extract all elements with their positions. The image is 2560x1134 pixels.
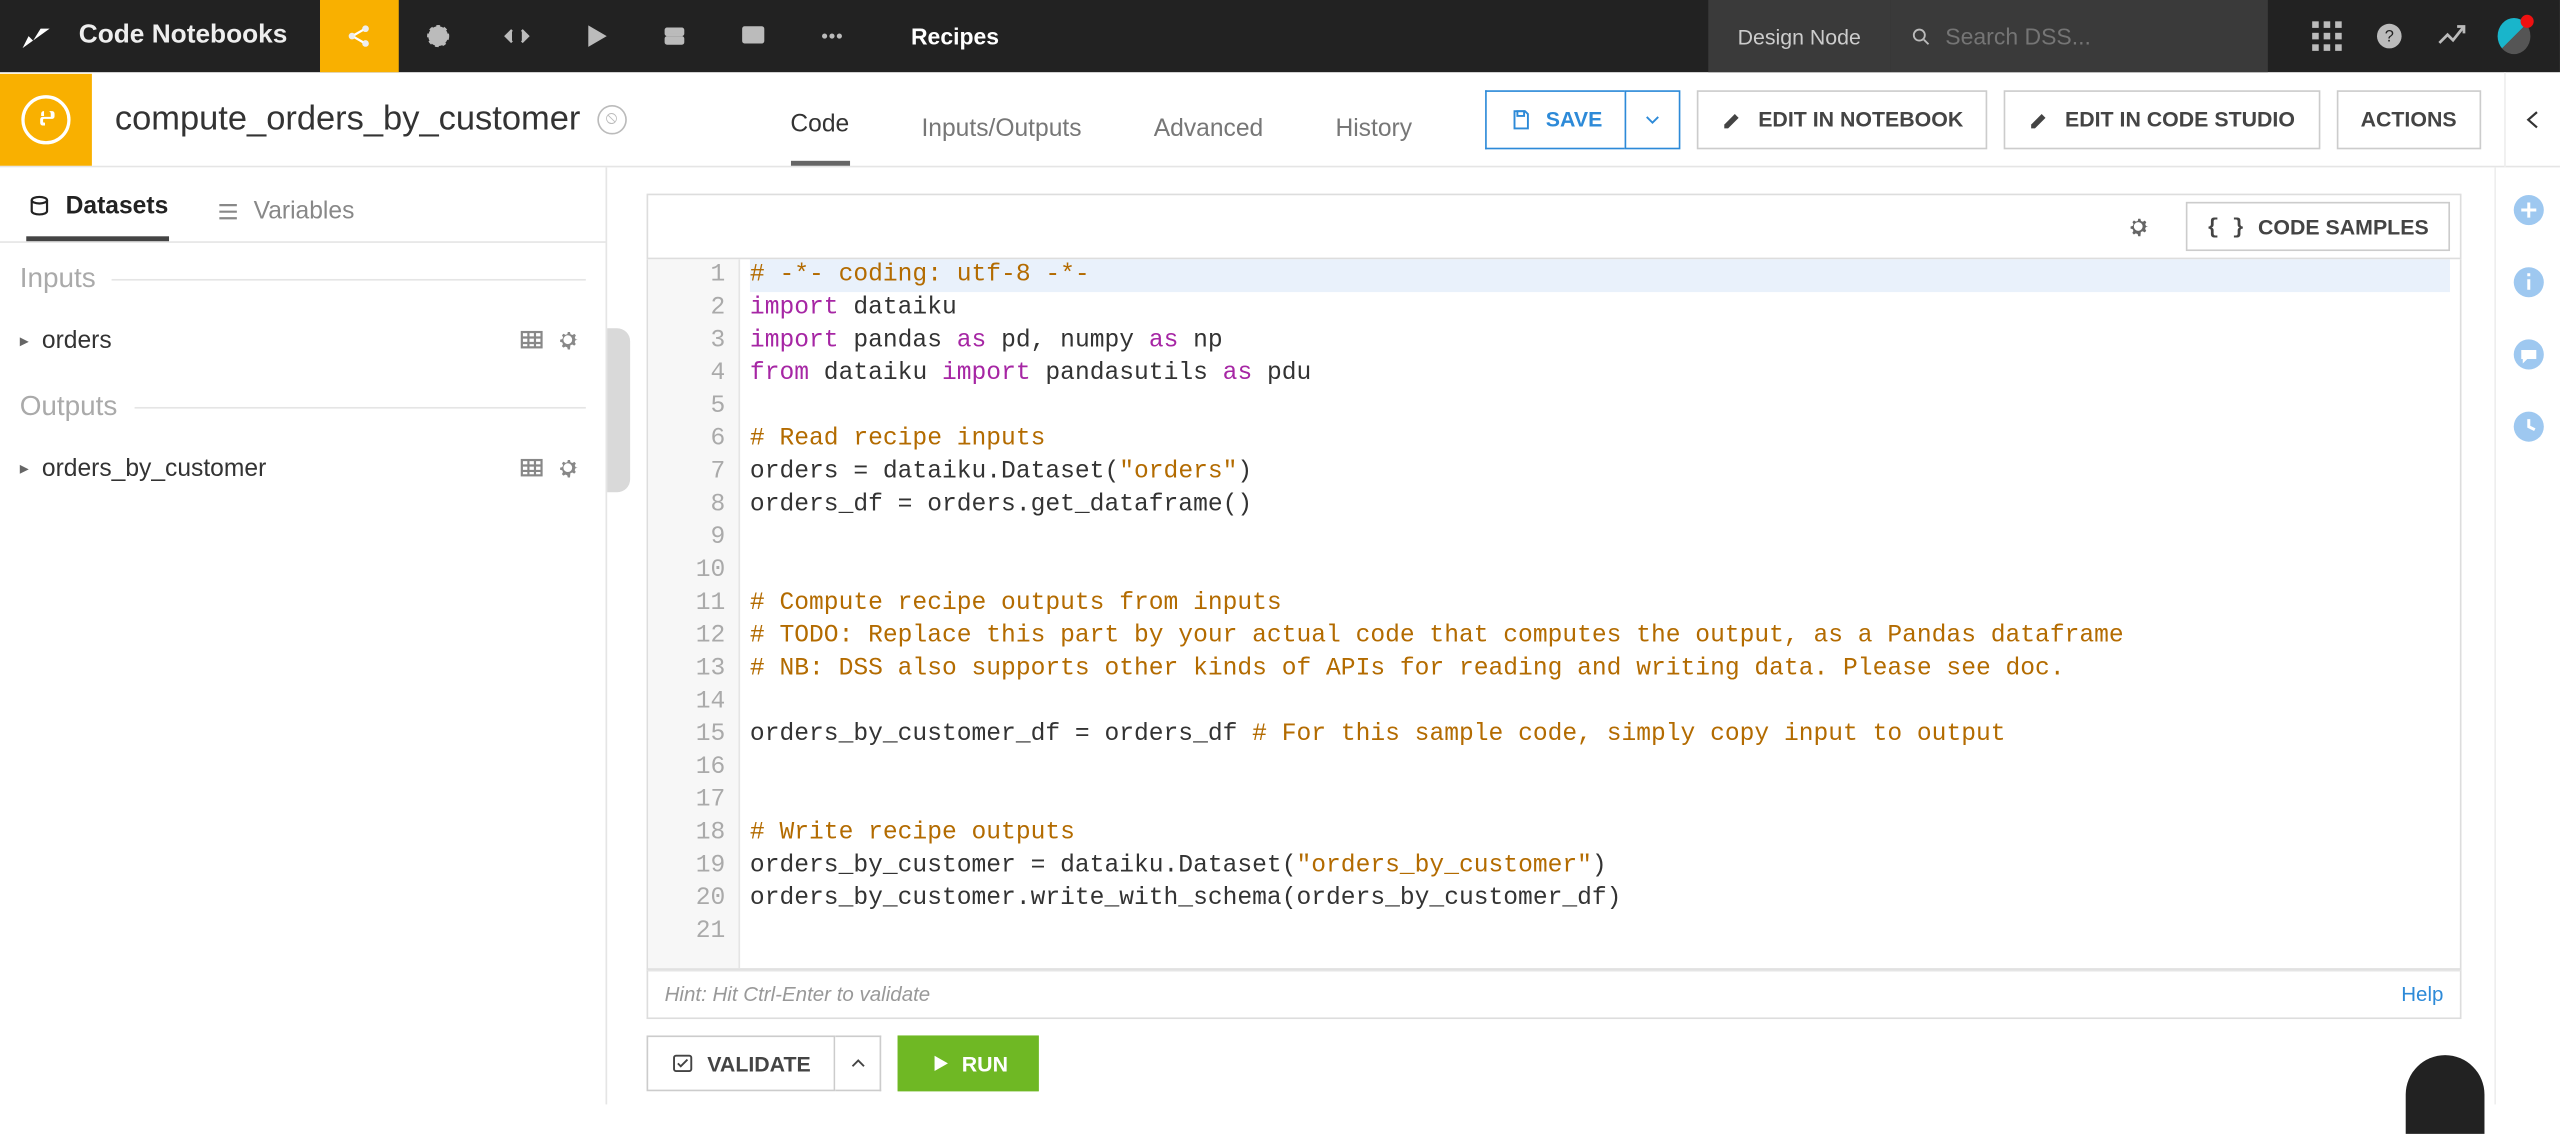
design-node-button[interactable]: Design Node (1708, 0, 1890, 72)
save-button[interactable]: SAVE (1485, 89, 1625, 148)
edit-codestudio-label: EDIT IN CODE STUDIO (2065, 107, 2295, 132)
chevron-up-icon (846, 1052, 869, 1075)
help-link[interactable]: Help (2401, 983, 2443, 1006)
leftpanel-tab-variables[interactable]: Variables (214, 197, 354, 241)
apps-icon[interactable] (2311, 20, 2344, 53)
recipe-type-icon (0, 73, 92, 165)
editor-hint: Hint: Hit Ctrl-Enter to validate (665, 983, 931, 1006)
pencil-icon (1722, 107, 1745, 130)
leftpanel-datasets-label: Datasets (66, 192, 169, 220)
code-editor[interactable]: 123456789101112131415161718192021 # -*- … (647, 259, 2462, 970)
editor-footer: Hint: Hit Ctrl-Enter to validate Help (647, 970, 2462, 1019)
add-icon[interactable] (2508, 190, 2547, 229)
code-samples-button[interactable]: { } CODE SAMPLES (2185, 202, 2450, 251)
tab-inputs-outputs[interactable]: Inputs/Outputs (921, 115, 1081, 166)
right-rail (2494, 167, 2560, 1104)
play-icon[interactable] (557, 0, 636, 72)
back-arrow[interactable] (2504, 71, 2560, 166)
discuss-icon[interactable] (2508, 335, 2547, 374)
user-avatar[interactable] (2498, 20, 2531, 53)
tab-advanced[interactable]: Advanced (1154, 115, 1263, 166)
code-icon[interactable] (478, 0, 557, 72)
edit-notebook-label: EDIT IN NOTEBOOK (1758, 107, 1963, 132)
variables-icon (214, 198, 240, 224)
topbar: Code Notebooks Recipes Design Node ? (0, 0, 2560, 72)
recipe-name[interactable]: compute_orders_by_customer (115, 99, 580, 138)
validate-label: VALIDATE (707, 1051, 811, 1076)
caret-icon: ▸ (20, 457, 29, 478)
pencil-icon (2029, 107, 2052, 130)
help-icon[interactable]: ? (2373, 20, 2406, 53)
check-icon (671, 1052, 694, 1075)
dashboard-icon[interactable] (714, 0, 793, 72)
activity-icon[interactable] (2435, 20, 2468, 53)
gear-icon[interactable] (550, 450, 586, 486)
topbar-tab-recipes[interactable]: Recipes (872, 0, 1039, 72)
gear-icon[interactable] (550, 322, 586, 358)
server-icon[interactable] (635, 0, 714, 72)
recipe-tabs: Code Inputs/Outputs Advanced History (790, 72, 1412, 166)
main-area: { } CODE SAMPLES 12345678910111213141516… (607, 167, 2494, 1104)
body: Datasets Variables Inputs ▸ orders Outpu… (0, 167, 2560, 1104)
save-label: SAVE (1546, 107, 1603, 132)
editor-settings-icon[interactable] (2113, 213, 2162, 239)
actions-button[interactable]: ACTIONS (2336, 89, 2481, 148)
circle-icon[interactable] (399, 0, 478, 72)
tab-code[interactable]: Code (790, 110, 849, 166)
editor-code[interactable]: # -*- coding: utf-8 -*-import dataikuimp… (740, 259, 2460, 968)
editor-toolbar: { } CODE SAMPLES (647, 194, 2462, 260)
table-icon[interactable] (514, 450, 550, 486)
share-icon[interactable] (320, 0, 399, 72)
left-panel: Datasets Variables Inputs ▸ orders Outpu… (0, 167, 607, 1104)
chat-fab[interactable] (2406, 1055, 2485, 1134)
save-dropdown[interactable] (1625, 89, 1681, 148)
app-logo[interactable] (0, 0, 72, 72)
code-samples-label: CODE SAMPLES (2258, 214, 2429, 239)
recipe-header-actions: SAVE EDIT IN NOTEBOOK EDIT IN CODE STUDI… (1485, 89, 2504, 148)
more-icon[interactable] (793, 0, 872, 72)
bottom-bar: VALIDATE RUN (647, 1019, 2462, 1091)
edit-in-codestudio-button[interactable]: EDIT IN CODE STUDIO (2004, 89, 2319, 148)
braces-icon: { } (2206, 214, 2244, 239)
info-icon[interactable] (2508, 263, 2547, 302)
inputs-section-title: Inputs (0, 243, 606, 309)
python-icon (21, 94, 70, 143)
input-item-orders[interactable]: ▸ orders (0, 309, 606, 371)
leftpanel-variables-label: Variables (254, 197, 355, 225)
global-search[interactable] (1890, 0, 2267, 72)
leftpanel-tabs: Datasets Variables (0, 167, 606, 242)
table-icon[interactable] (514, 322, 550, 358)
caret-icon: ▸ (20, 329, 29, 350)
output-item-orders-by-customer[interactable]: ▸ orders_by_customer (0, 437, 606, 499)
project-title[interactable]: Code Notebooks (72, 0, 320, 72)
recipe-status-icon[interactable]: ⦸ (597, 104, 627, 134)
editor-gutter: 123456789101112131415161718192021 (648, 259, 740, 968)
validate-dropdown[interactable] (835, 1035, 881, 1091)
save-icon (1510, 107, 1533, 130)
validate-button[interactable]: VALIDATE (647, 1035, 836, 1091)
output-item-label: orders_by_customer (42, 454, 266, 482)
recipe-header: compute_orders_by_customer ⦸ Code Inputs… (0, 72, 2560, 167)
edit-in-notebook-button[interactable]: EDIT IN NOTEBOOK (1697, 89, 1987, 148)
notification-dot (2521, 15, 2534, 28)
datasets-icon (26, 193, 52, 219)
leftpanel-tab-datasets[interactable]: Datasets (26, 192, 168, 241)
topbar-right-icons: ? (2281, 0, 2560, 72)
input-item-label: orders (42, 326, 112, 354)
run-label: RUN (962, 1051, 1008, 1076)
outputs-section-title: Outputs (0, 371, 606, 437)
tab-history[interactable]: History (1335, 115, 1412, 166)
run-button[interactable]: RUN (898, 1035, 1039, 1091)
actions-label: ACTIONS (2361, 107, 2457, 132)
chevron-down-icon (1642, 107, 1665, 130)
play-icon (929, 1052, 952, 1075)
search-icon (1910, 24, 1932, 49)
svg-text:?: ? (2385, 28, 2394, 46)
history-icon[interactable] (2508, 407, 2547, 446)
search-input[interactable] (1945, 23, 2248, 49)
